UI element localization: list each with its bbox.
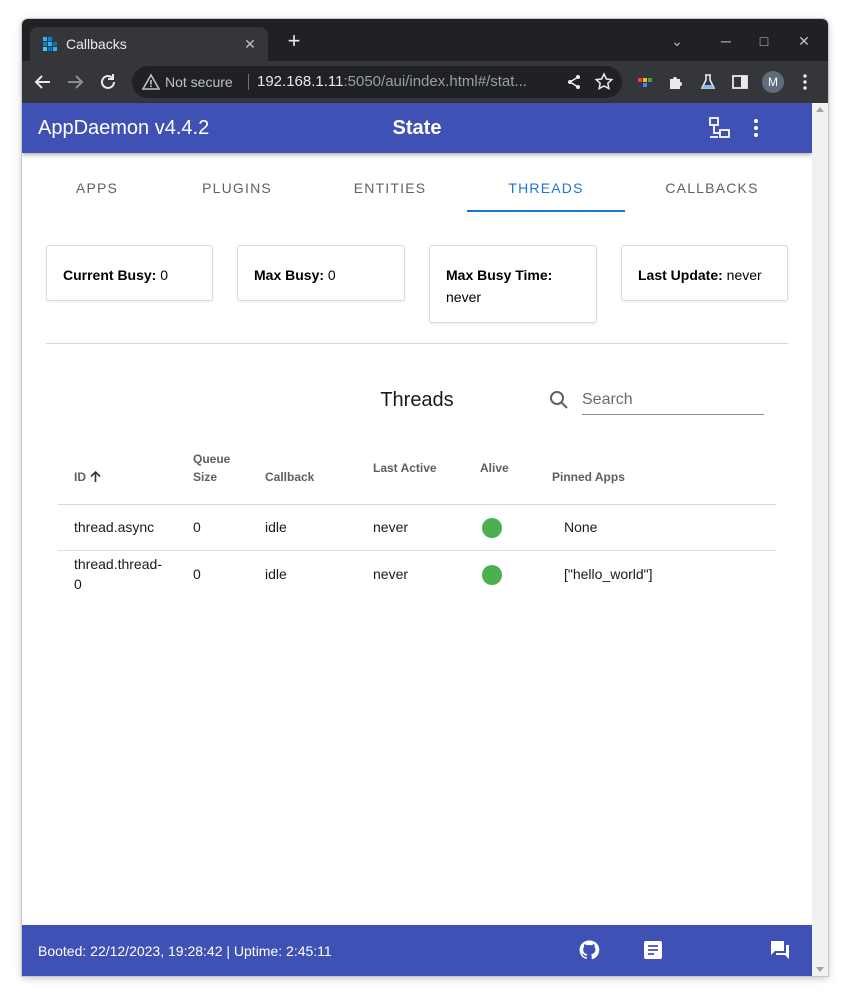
column-header-queue-size[interactable]: Queue Size <box>193 450 230 486</box>
browser-tab[interactable]: Callbacks ✕ <box>30 27 268 61</box>
minimize-window-icon[interactable]: ─ <box>714 29 738 53</box>
reload-icon[interactable] <box>95 69 121 95</box>
table-header-divider <box>58 504 776 505</box>
max-busy-value: 0 <box>324 267 336 283</box>
thread-pinned-apps: None <box>564 519 598 535</box>
column-header-alive[interactable]: Alive <box>480 459 509 477</box>
network-connection-icon[interactable] <box>708 116 732 140</box>
share-icon[interactable] <box>564 72 584 92</box>
last-update-label: Last Update: <box>638 267 723 283</box>
search-icon <box>550 391 568 409</box>
close-tab-icon[interactable]: ✕ <box>240 34 260 54</box>
thread-id-line2: 0 <box>74 576 82 592</box>
state-tabs: APPS PLUGINS ENTITIES THREADS CALLBACKS <box>22 153 812 213</box>
side-panel-icon[interactable] <box>729 71 751 93</box>
threads-table-title: Threads <box>380 389 454 411</box>
app-header: AppDaemon v4.4.2 State <box>22 103 812 153</box>
column-header-callback[interactable]: Callback <box>265 468 314 486</box>
max-busy-time-label: Max Busy Time: <box>446 267 553 283</box>
max-busy-label: Max Busy: <box>254 267 325 283</box>
thread-id: thread.thread- 0 <box>74 554 162 594</box>
back-arrow-icon[interactable] <box>30 69 56 95</box>
last-update-card: Last Update: never <box>621 245 788 301</box>
threads-search <box>548 385 768 417</box>
forum-chat-icon[interactable] <box>769 939 791 961</box>
profile-avatar[interactable]: M <box>762 71 784 93</box>
current-busy-value: 0 <box>156 267 169 283</box>
address-bar[interactable]: Not secure 192.168.1.11:5050/aui/index.h… <box>132 66 622 98</box>
max-busy-card: Max Busy: 0 <box>237 245 405 301</box>
alive-status-indicator <box>482 518 502 538</box>
max-busy-time-card: Max Busy Time: never <box>429 245 597 323</box>
browser-tab-title: Callbacks <box>66 36 127 52</box>
app-footer: Booted: 22/12/2023, 19:28:42 | Uptime: 2… <box>22 925 812 976</box>
documentation-icon[interactable] <box>642 939 664 961</box>
extension-colorful-icon[interactable] <box>634 71 656 93</box>
url-path: :5050/aui/index.html#/stat... <box>343 73 527 90</box>
tab-entities[interactable]: ENTITIES <box>335 153 445 213</box>
bookmark-star-icon[interactable] <box>594 72 614 92</box>
thread-queue-size: 0 <box>193 519 201 535</box>
new-tab-button[interactable]: + <box>282 29 306 53</box>
app-menu-kebab-icon[interactable] <box>744 116 768 140</box>
column-header-queue-size-line1: Queue <box>193 452 231 466</box>
thread-last-active: never <box>373 519 409 535</box>
section-divider <box>46 343 788 344</box>
column-header-pinned-apps[interactable]: Pinned Apps <box>552 468 625 486</box>
search-input[interactable] <box>582 385 764 415</box>
address-separator <box>248 74 249 90</box>
max-busy-time-value: never <box>446 289 482 305</box>
app-title: AppDaemon v4.4.2 <box>38 117 210 139</box>
active-tab-indicator <box>467 210 625 212</box>
tab-threads[interactable]: THREADS <box>467 153 625 213</box>
appdaemon-favicon-icon <box>43 37 57 51</box>
page-scrollbar[interactable] <box>812 103 828 976</box>
maximize-window-icon[interactable]: □ <box>752 29 776 53</box>
table-row-divider <box>58 550 776 551</box>
url-host: 192.168.1.11 <box>257 73 344 90</box>
thread-last-active: never <box>373 566 409 582</box>
column-header-id-label: ID <box>74 470 86 484</box>
browser-toolbar: Not secure 192.168.1.11:5050/aui/index.h… <box>22 61 828 103</box>
browser-menu-kebab-icon[interactable] <box>794 71 816 93</box>
warning-triangle-icon[interactable] <box>142 73 160 91</box>
scroll-down-arrow-icon[interactable] <box>816 967 824 972</box>
last-update-value: never <box>722 267 762 283</box>
column-header-queue-size-line2: Size <box>193 470 218 484</box>
github-icon[interactable] <box>578 939 600 961</box>
column-header-id[interactable]: ID <box>74 468 102 486</box>
tab-plugins[interactable]: PLUGINS <box>182 153 292 213</box>
browser-window: Callbacks ✕ + ⌄ ─ □ ✕ Not secure 192.168… <box>22 19 828 976</box>
current-busy-label: Current Busy: <box>63 267 157 283</box>
thread-id-line1: thread.thread- <box>74 556 162 572</box>
boot-uptime-text: Booted: 22/12/2023, 19:28:42 | Uptime: 2… <box>38 943 332 959</box>
alive-status-indicator <box>482 565 502 585</box>
close-window-icon[interactable]: ✕ <box>792 29 816 53</box>
forward-arrow-icon[interactable] <box>62 69 88 95</box>
not-secure-label[interactable]: Not secure <box>165 74 233 90</box>
browser-tab-strip: Callbacks ✕ + ⌄ ─ □ ✕ <box>22 19 828 61</box>
tab-apps[interactable]: APPS <box>42 153 152 213</box>
url-text[interactable]: 192.168.1.11:5050/aui/index.html#/stat..… <box>257 73 557 90</box>
scroll-up-arrow-icon[interactable] <box>816 107 824 112</box>
thread-queue-size: 0 <box>193 566 201 582</box>
column-header-last-active[interactable]: Last Active <box>373 459 437 477</box>
labs-flask-icon[interactable] <box>697 71 719 93</box>
current-busy-card: Current Busy: 0 <box>46 245 213 301</box>
thread-id: thread.async <box>74 519 155 535</box>
thread-callback: idle <box>265 519 287 535</box>
page-title: State <box>392 117 442 139</box>
sort-ascending-arrow-icon[interactable] <box>89 470 102 483</box>
extensions-puzzle-icon[interactable] <box>665 71 687 93</box>
thread-pinned-apps: ["hello_world"] <box>564 566 653 582</box>
thread-callback: idle <box>265 566 287 582</box>
tab-search-chevron-icon[interactable]: ⌄ <box>665 29 689 53</box>
tab-callbacks[interactable]: CALLBACKS <box>652 153 772 213</box>
